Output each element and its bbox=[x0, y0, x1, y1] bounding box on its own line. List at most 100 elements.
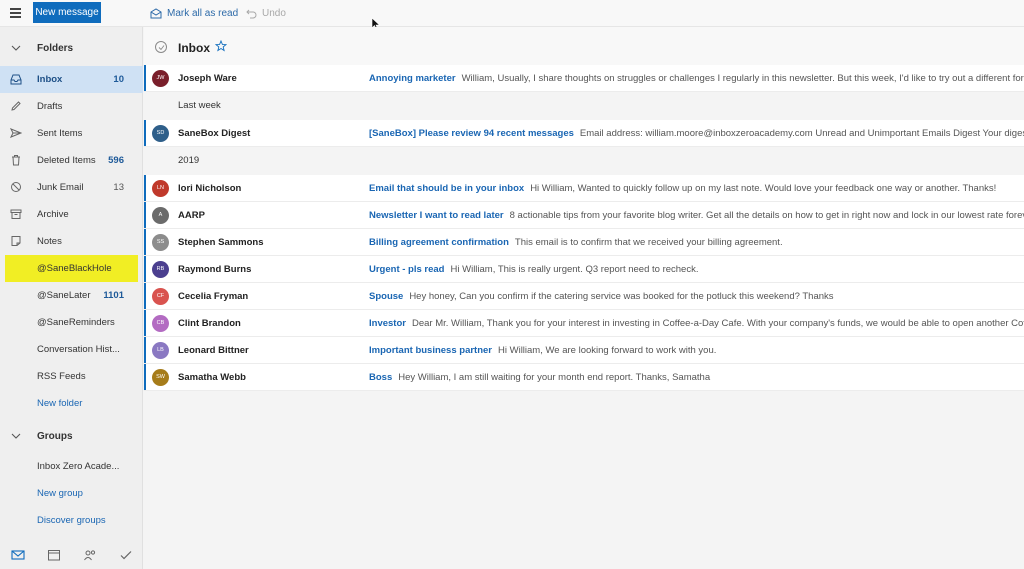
folder-notes[interactable]: Notes bbox=[0, 228, 143, 255]
note-icon bbox=[11, 236, 21, 246]
folders-header-label: Folders bbox=[37, 42, 74, 54]
folder-label: Inbox bbox=[37, 74, 63, 85]
group-inbox-zero-academy[interactable]: Inbox Zero Acade... bbox=[0, 453, 143, 480]
folder-sent-items[interactable]: Sent Items bbox=[0, 120, 143, 147]
folder-label: Notes bbox=[37, 236, 62, 247]
snippet: Hey William, I am still waiting for your… bbox=[398, 372, 711, 383]
group-header-label: Last week bbox=[178, 100, 221, 111]
page-title: Inbox bbox=[178, 41, 210, 55]
subject: Billing agreement confirmation bbox=[369, 237, 509, 248]
sender-name: Raymond Burns bbox=[178, 264, 252, 275]
folder-conversation-history[interactable]: Conversation Hist... bbox=[0, 336, 143, 363]
trash-icon bbox=[12, 155, 20, 166]
subject: Email that should be in your inbox bbox=[369, 183, 525, 194]
block-icon bbox=[11, 182, 21, 192]
message-preview: Annoying marketer William, Usually, I sha… bbox=[369, 73, 1024, 84]
sender-name: Joseph Ware bbox=[178, 73, 237, 84]
snippet: Hey honey, Can you confirm if the cateri… bbox=[409, 291, 834, 302]
star-icon[interactable] bbox=[215, 40, 227, 52]
subject: Newsletter I want to read later bbox=[369, 210, 504, 221]
mark-all-as-read-button[interactable]: Mark all as read bbox=[150, 6, 238, 20]
avatar: RB bbox=[152, 261, 169, 278]
snippet: Hi William, Wanted to quickly follow up … bbox=[530, 183, 997, 194]
snippet: This email is to confirm that we receive… bbox=[514, 237, 783, 248]
snippet: William, Usually, I share thoughts on st… bbox=[461, 73, 1024, 84]
avatar: CB bbox=[152, 315, 169, 332]
unread-count: 1101 bbox=[103, 290, 124, 301]
discover-groups-link[interactable]: Discover groups bbox=[0, 507, 143, 534]
groups-header-label: Groups bbox=[37, 430, 73, 442]
folder-pane: Folders Inbox 10 Drafts Sent Items Delet… bbox=[0, 27, 143, 569]
archive-icon bbox=[10, 209, 22, 219]
message-preview: Urgent - pls read Hi William, This is rea… bbox=[369, 264, 698, 275]
chevron-down-icon bbox=[11, 45, 21, 51]
discover-groups-label: Discover groups bbox=[37, 515, 106, 526]
send-icon bbox=[10, 128, 22, 138]
undo-icon bbox=[246, 9, 257, 18]
subject: Spouse bbox=[369, 291, 404, 302]
message-row[interactable]: LN lori Nicholson Email that should be i… bbox=[144, 175, 1024, 202]
message-row[interactable]: A AARP Newsletter I want to read later 8 … bbox=[144, 202, 1024, 229]
folder-label: Junk Email bbox=[37, 182, 84, 193]
undo-button[interactable]: Undo bbox=[246, 6, 286, 20]
folder-archive[interactable]: Archive bbox=[0, 201, 143, 228]
group-header-2019: 2019 bbox=[144, 147, 1024, 174]
avatar: JW bbox=[152, 70, 169, 87]
group-header-last-week: Last week bbox=[144, 92, 1024, 119]
subject: Investor bbox=[369, 318, 406, 329]
chevron-down-icon bbox=[11, 433, 21, 439]
people-icon[interactable] bbox=[83, 549, 97, 561]
message-preview: Email that should be in your inbox Hi Wil… bbox=[369, 183, 996, 194]
select-all-checkbox[interactable] bbox=[155, 41, 167, 53]
sender-name: Clint Brandon bbox=[178, 318, 241, 329]
message-row[interactable]: SD SaneBox Digest [SaneBox] Please revie… bbox=[144, 120, 1024, 147]
folder-drafts[interactable]: Drafts bbox=[0, 93, 143, 120]
hamburger-menu-icon[interactable] bbox=[8, 6, 24, 20]
message-row[interactable]: RB Raymond Burns Urgent - pls read Hi Wil… bbox=[144, 256, 1024, 283]
avatar: SS bbox=[152, 234, 169, 251]
new-group-link[interactable]: New group bbox=[0, 480, 143, 507]
avatar: SW bbox=[152, 369, 169, 386]
folder-deleted-items[interactable]: Deleted Items 596 bbox=[0, 147, 143, 174]
mail-icon[interactable] bbox=[11, 549, 25, 561]
message-list-pane: Inbox JW Joseph Ware Annoying marketer Wi… bbox=[144, 27, 1024, 569]
folder-inbox[interactable]: Inbox 10 bbox=[0, 66, 143, 93]
folder-rss-feeds[interactable]: RSS Feeds bbox=[0, 363, 143, 390]
new-message-button[interactable]: New message bbox=[33, 2, 101, 23]
folder-label: Conversation Hist... bbox=[37, 344, 120, 355]
folder-label: @SaneLater bbox=[37, 290, 91, 301]
message-preview: Spouse Hey honey, Can you confirm if the … bbox=[369, 291, 834, 302]
calendar-icon[interactable] bbox=[47, 549, 61, 561]
folder-saneblackhole[interactable]: @SaneBlackHole bbox=[5, 255, 138, 282]
message-row[interactable]: LB Leonard Bittner Important business pa… bbox=[144, 337, 1024, 364]
new-group-label: New group bbox=[37, 488, 83, 499]
message-row[interactable]: CB Clint Brandon Investor Dear Mr. Willia… bbox=[144, 310, 1024, 337]
groups-section-header[interactable]: Groups bbox=[0, 424, 143, 448]
unread-count: 596 bbox=[108, 155, 124, 166]
folder-label: RSS Feeds bbox=[37, 371, 86, 382]
folder-sanereminders[interactable]: @SaneReminders bbox=[0, 309, 143, 336]
folder-label: Drafts bbox=[37, 101, 63, 112]
undo-label: Undo bbox=[262, 7, 286, 19]
folder-sanelater[interactable]: @SaneLater 1101 bbox=[0, 282, 143, 309]
subject: Important business partner bbox=[369, 345, 492, 356]
message-row[interactable]: SW Samatha Webb Boss Hey William, I am st… bbox=[144, 364, 1024, 391]
sender-name: SaneBox Digest bbox=[178, 128, 251, 139]
folder-label: @SaneReminders bbox=[37, 317, 115, 328]
mark-all-as-read-label: Mark all as read bbox=[167, 7, 239, 19]
message-row[interactable]: JW Joseph Ware Annoying marketer William,… bbox=[144, 65, 1024, 92]
folders-section-header[interactable]: Folders bbox=[0, 36, 143, 60]
new-folder-link[interactable]: New folder bbox=[0, 390, 143, 417]
avatar: A bbox=[152, 207, 169, 224]
message-preview: [SaneBox] Please review 94 recent messag… bbox=[369, 128, 1024, 139]
snippet: Dear Mr. William, Thank you for your int… bbox=[411, 318, 1024, 329]
folder-junk-email[interactable]: Junk Email 13 bbox=[0, 174, 143, 201]
module-switcher bbox=[0, 541, 143, 569]
message-row[interactable]: SS Stephen Sammons Billing agreement con… bbox=[144, 229, 1024, 256]
sender-name: Cecelia Fryman bbox=[178, 291, 249, 302]
folder-label: Deleted Items bbox=[37, 155, 96, 166]
sender-name: AARP bbox=[178, 210, 205, 221]
message-row[interactable]: CF Cecelia Fryman Spouse Hey honey, Can y… bbox=[144, 283, 1024, 310]
tasks-icon[interactable] bbox=[119, 549, 133, 561]
pencil-icon bbox=[11, 101, 21, 111]
